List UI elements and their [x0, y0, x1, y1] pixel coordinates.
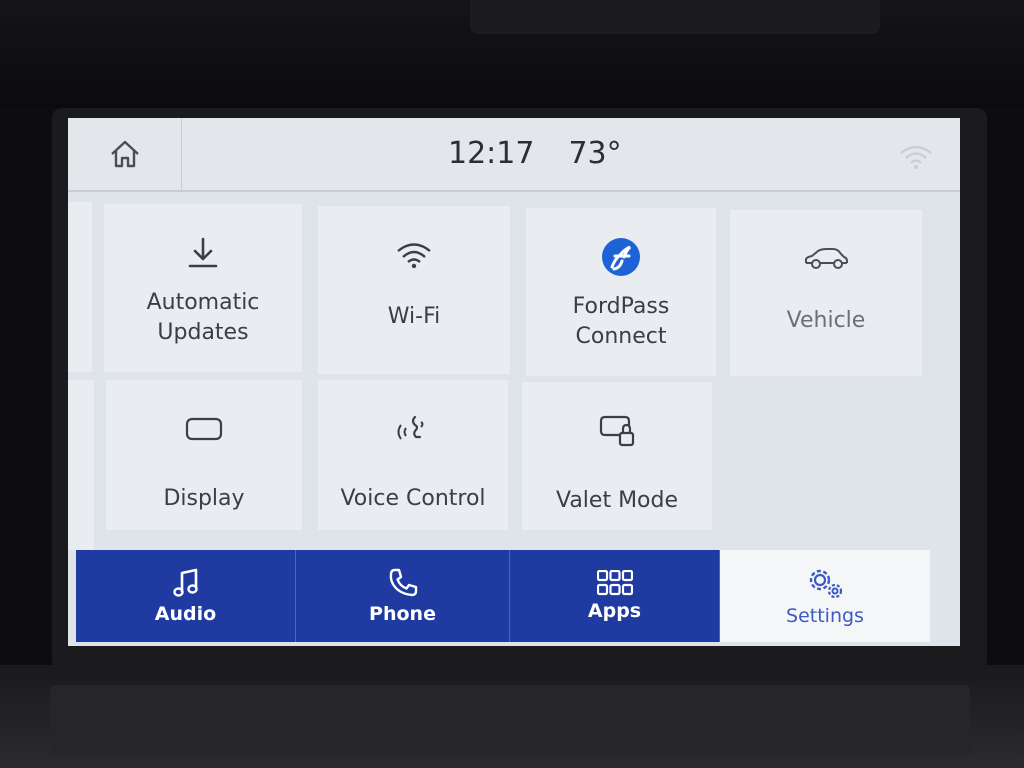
home-button[interactable] [68, 118, 182, 190]
tile-label: Vehicle [787, 306, 866, 336]
dashboard-bezel-bottom [0, 665, 1024, 768]
tile-label-line: Updates [157, 320, 249, 345]
infotainment-screen: 12:17 73° Automatic Updates Wi-Fi FordPa… [68, 118, 960, 646]
display-icon [185, 417, 223, 441]
tile-label-line: Display [163, 486, 245, 511]
tile-label-line: Voice Control [340, 486, 486, 511]
outside-temperature: 73° [568, 136, 622, 171]
nav-label: Phone [369, 603, 436, 625]
phone-icon [389, 568, 417, 597]
tile-label: FordPass Connect [573, 292, 670, 352]
music-note-icon [172, 568, 198, 597]
tile-display[interactable]: Display [106, 380, 302, 530]
car-icon [805, 248, 848, 269]
wifi-icon [397, 243, 431, 269]
tile-fordpass-connect[interactable]: FordPass Connect [526, 208, 716, 376]
valet-lock-icon [599, 415, 635, 447]
voice-control-icon [397, 415, 424, 440]
tile-label-line: Vehicle [786, 308, 866, 333]
status-center: 12:17 73° [448, 136, 622, 171]
fordpass-logo-icon [602, 238, 640, 276]
tile-label-line: Valet Mode [555, 488, 679, 513]
tile-voice-control[interactable]: Voice Control [318, 380, 508, 530]
wifi-icon [900, 145, 932, 169]
tile-label: Wi-Fi [388, 302, 441, 332]
dashboard-bezel-top [0, 0, 1024, 108]
tile-automatic-updates[interactable]: Automatic Updates [104, 204, 302, 372]
tile-label-line: Automatic [146, 290, 260, 315]
nav-phone[interactable]: Phone [296, 550, 510, 642]
nav-apps[interactable]: Apps [510, 550, 720, 642]
tile-label: Voice Control [340, 484, 485, 514]
tile-label-line: FordPass [572, 294, 670, 319]
download-icon [188, 237, 218, 268]
nav-label: Apps [587, 600, 642, 622]
settings-grid: Automatic Updates Wi-Fi FordPass Connect… [68, 194, 960, 613]
tile-label: Automatic Updates [147, 288, 260, 348]
home-icon [110, 140, 139, 168]
tile-label-line: Wi-Fi [387, 304, 441, 329]
tile-vehicle[interactable]: Vehicle [730, 210, 922, 376]
previous-page-tile-edge [68, 202, 92, 372]
bottom-nav-bar: Audio Phone Apps Settings [76, 550, 960, 642]
nav-audio[interactable]: Audio [76, 550, 296, 642]
tile-label-line: Connect [575, 324, 667, 349]
nav-settings[interactable]: Settings [720, 550, 930, 642]
tile-label: Valet Mode [556, 486, 678, 516]
status-bar: 12:17 73° [68, 118, 960, 192]
nav-label: Settings [786, 605, 864, 627]
clock: 12:17 [448, 136, 535, 171]
tile-wifi[interactable]: Wi-Fi [318, 206, 510, 374]
tile-valet-mode[interactable]: Valet Mode [522, 382, 712, 530]
dashboard-ledge [50, 685, 970, 755]
previous-page-tile-edge [68, 380, 94, 550]
apps-grid-icon [596, 570, 633, 596]
nav-label: Audio [154, 603, 217, 625]
tile-label: Display [163, 484, 244, 514]
gear-icon [809, 569, 843, 599]
air-vent [470, 0, 880, 34]
